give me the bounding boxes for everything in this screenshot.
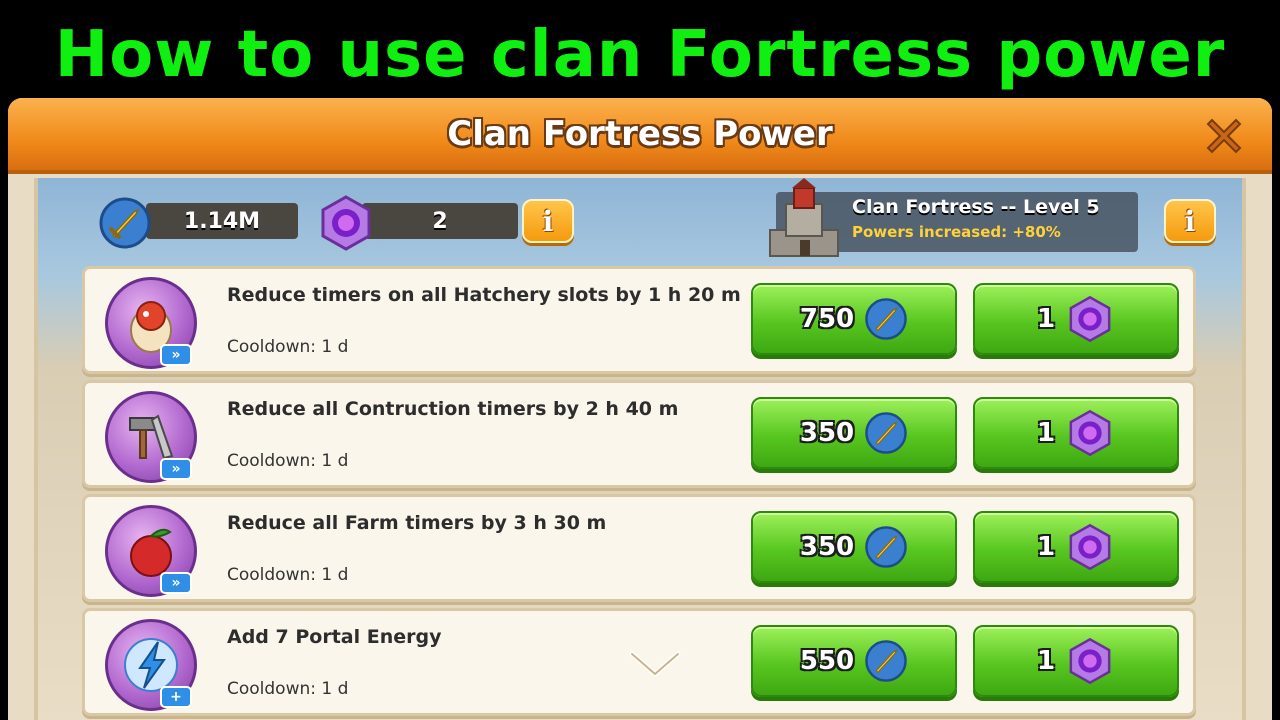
dialog-header: Clan Fortress Power <box>8 98 1272 174</box>
power-title: Reduce all Farm timers by 3 h 30 m <box>227 512 607 534</box>
buy-with-gems-button[interactable]: 1 <box>973 625 1179 697</box>
castle-icon <box>769 178 839 257</box>
sword-count-value: 1.14M <box>183 208 261 234</box>
gem-price: 1 <box>1036 418 1056 448</box>
fortress-info-button[interactable]: i <box>1164 199 1216 243</box>
gem-price: 1 <box>1036 646 1056 676</box>
dialog-title: Clan Fortress Power <box>447 114 833 154</box>
berry-icon: » <box>105 505 197 597</box>
sword-price: 350 <box>799 418 855 448</box>
purple-gem-icon <box>1069 295 1111 343</box>
gem-price: 1 <box>1036 304 1056 334</box>
buy-with-swords-button[interactable]: 350 <box>751 511 957 583</box>
purple-gem-icon <box>321 195 371 251</box>
power-cooldown: Cooldown: 1 d <box>227 679 349 699</box>
power-title: Add 7 Portal Energy <box>227 626 442 648</box>
sword-icon <box>865 412 907 454</box>
lightning-icon: + <box>105 619 197 711</box>
power-cooldown: Cooldown: 1 d <box>227 565 349 585</box>
fortress-boost: Powers increased: +80% <box>852 223 1061 241</box>
hammer-saw-icon: » <box>105 391 197 483</box>
sword-price: 550 <box>799 646 855 676</box>
power-cooldown: Cooldown: 1 d <box>227 337 349 357</box>
info-label: i <box>1184 204 1196 238</box>
fast-forward-icon: » <box>160 572 192 594</box>
resources-info-button[interactable]: i <box>522 199 574 243</box>
fast-forward-icon: » <box>160 458 192 480</box>
gem-price: 1 <box>1036 532 1056 562</box>
purple-gem-icon <box>1069 523 1111 571</box>
buy-with-swords-button[interactable]: 550 <box>751 625 957 697</box>
buy-with-swords-button[interactable]: 750 <box>751 283 957 355</box>
fast-forward-icon: » <box>160 344 192 366</box>
scroll-down-chevron-icon[interactable] <box>628 650 682 680</box>
power-title: Reduce timers on all Hatchery slots by 1… <box>227 284 741 306</box>
purple-gem-icon <box>1069 409 1111 457</box>
buy-with-swords-button[interactable]: 350 <box>751 397 957 469</box>
info-label: i <box>542 204 554 238</box>
sword-count: 1.14M <box>146 203 298 239</box>
power-row-construction: » Reduce all Contruction timers by 2 h 4… <box>82 380 1196 488</box>
fortress-level: Clan Fortress -- Level 5 <box>852 196 1100 218</box>
video-headline: How to use clan Fortress power <box>54 18 1226 92</box>
sword-icon <box>865 298 907 340</box>
purple-gem-icon <box>1069 637 1111 685</box>
sword-icon <box>865 526 907 568</box>
sword-price: 750 <box>799 304 855 334</box>
buy-with-gems-button[interactable]: 1 <box>973 511 1179 583</box>
sword-price: 350 <box>799 532 855 562</box>
sword-icon <box>99 197 151 249</box>
buy-with-gems-button[interactable]: 1 <box>973 397 1179 469</box>
power-cooldown: Cooldown: 1 d <box>227 451 349 471</box>
power-row-hatchery: » Reduce timers on all Hatchery slots by… <box>82 266 1196 374</box>
power-row-farm: » Reduce all Farm timers by 3 h 30 m Coo… <box>82 494 1196 602</box>
power-title: Reduce all Contruction timers by 2 h 40 … <box>227 398 679 420</box>
dragon-egg-icon: » <box>105 277 197 369</box>
gem-count-value: 2 <box>432 208 448 234</box>
sword-icon <box>865 640 907 682</box>
close-button[interactable] <box>1196 108 1252 164</box>
plus-icon: + <box>160 686 192 708</box>
buy-with-gems-button[interactable]: 1 <box>973 283 1179 355</box>
close-x-icon <box>1206 118 1242 154</box>
gem-count: 2 <box>362 203 518 239</box>
